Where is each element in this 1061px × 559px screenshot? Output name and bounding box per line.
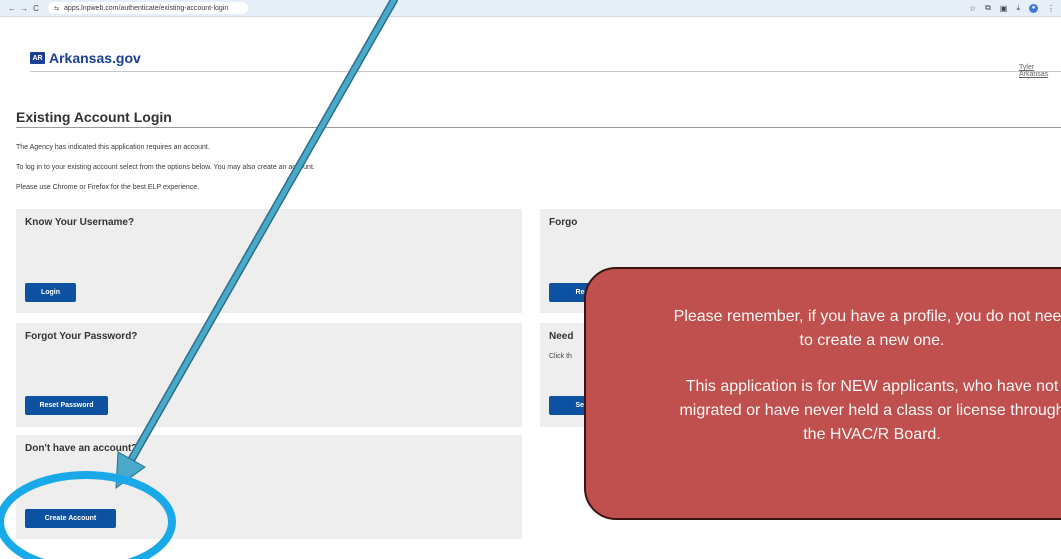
- card-title: Don't have an account?: [25, 443, 138, 454]
- callout-line-2: to create a new one.: [799, 332, 945, 349]
- callout-line-1: Please remember, if you have a profile, …: [673, 308, 1061, 325]
- download-icon[interactable]: ⤓: [1016, 3, 1020, 13]
- forward-icon[interactable]: →: [18, 4, 30, 13]
- create-account-button[interactable]: Create Account: [25, 509, 116, 528]
- menu-icon[interactable]: ⋮: [1047, 4, 1055, 13]
- url-text[interactable]: apps.lnpweb.com/authenticate/existing-ac…: [64, 5, 228, 12]
- instruction-callout: Please remember, if you have a profile, …: [584, 267, 1061, 520]
- browser-toolbar: ← → C ⇆ apps.lnpweb.com/authenticate/exi…: [0, 0, 1061, 17]
- login-button[interactable]: Login: [25, 283, 76, 302]
- site-info-icon[interactable]: ⇆: [54, 5, 59, 12]
- card-title: Need: [549, 331, 574, 342]
- reload-icon[interactable]: C: [30, 4, 42, 13]
- back-icon[interactable]: ←: [6, 4, 18, 13]
- reset-password-button[interactable]: Reset Password: [25, 396, 108, 415]
- extensions-icon[interactable]: ⧉: [985, 3, 991, 13]
- callout-line-5: the HVAC/R Board.: [803, 426, 941, 443]
- site-logo[interactable]: AR Arkansas.gov: [30, 50, 141, 66]
- profile-icon[interactable]: ●: [1029, 3, 1038, 13]
- intro-line-3: Please use Chrome or Firefox for the bes…: [16, 184, 200, 191]
- know-username-card: Know Your Username? Login: [16, 209, 522, 313]
- card-title: Forgot Your Password?: [25, 331, 138, 342]
- page-title: Existing Account Login: [16, 109, 172, 125]
- forgot-password-card: Forgot Your Password? Reset Password: [16, 323, 522, 427]
- split-screen-icon[interactable]: ▣: [1000, 4, 1008, 13]
- intro-line-1: The Agency has indicated this applicatio…: [16, 144, 210, 151]
- card-title: Forgo: [549, 217, 578, 228]
- no-account-card: Don't have an account? Create Account: [16, 435, 522, 539]
- address-bar[interactable]: ⇆ apps.lnpweb.com/authenticate/existing-…: [48, 2, 248, 14]
- card-description: Click th: [549, 353, 572, 360]
- card-title: Know Your Username?: [25, 217, 135, 228]
- user-name-link[interactable]: Tyler Arkansas: [1019, 64, 1061, 78]
- intro-line-2: To log in to your existing account selec…: [16, 164, 315, 171]
- star-icon[interactable]: ☆: [969, 4, 976, 13]
- logo-text: Arkansas.gov: [49, 50, 141, 66]
- callout-line-3: This application is for NEW applicants, …: [685, 378, 1059, 395]
- logo-badge: AR: [30, 52, 45, 64]
- title-divider: [16, 127, 1061, 128]
- callout-line-4: migrated or have never held a class or l…: [679, 402, 1061, 419]
- header-divider: [30, 71, 1061, 72]
